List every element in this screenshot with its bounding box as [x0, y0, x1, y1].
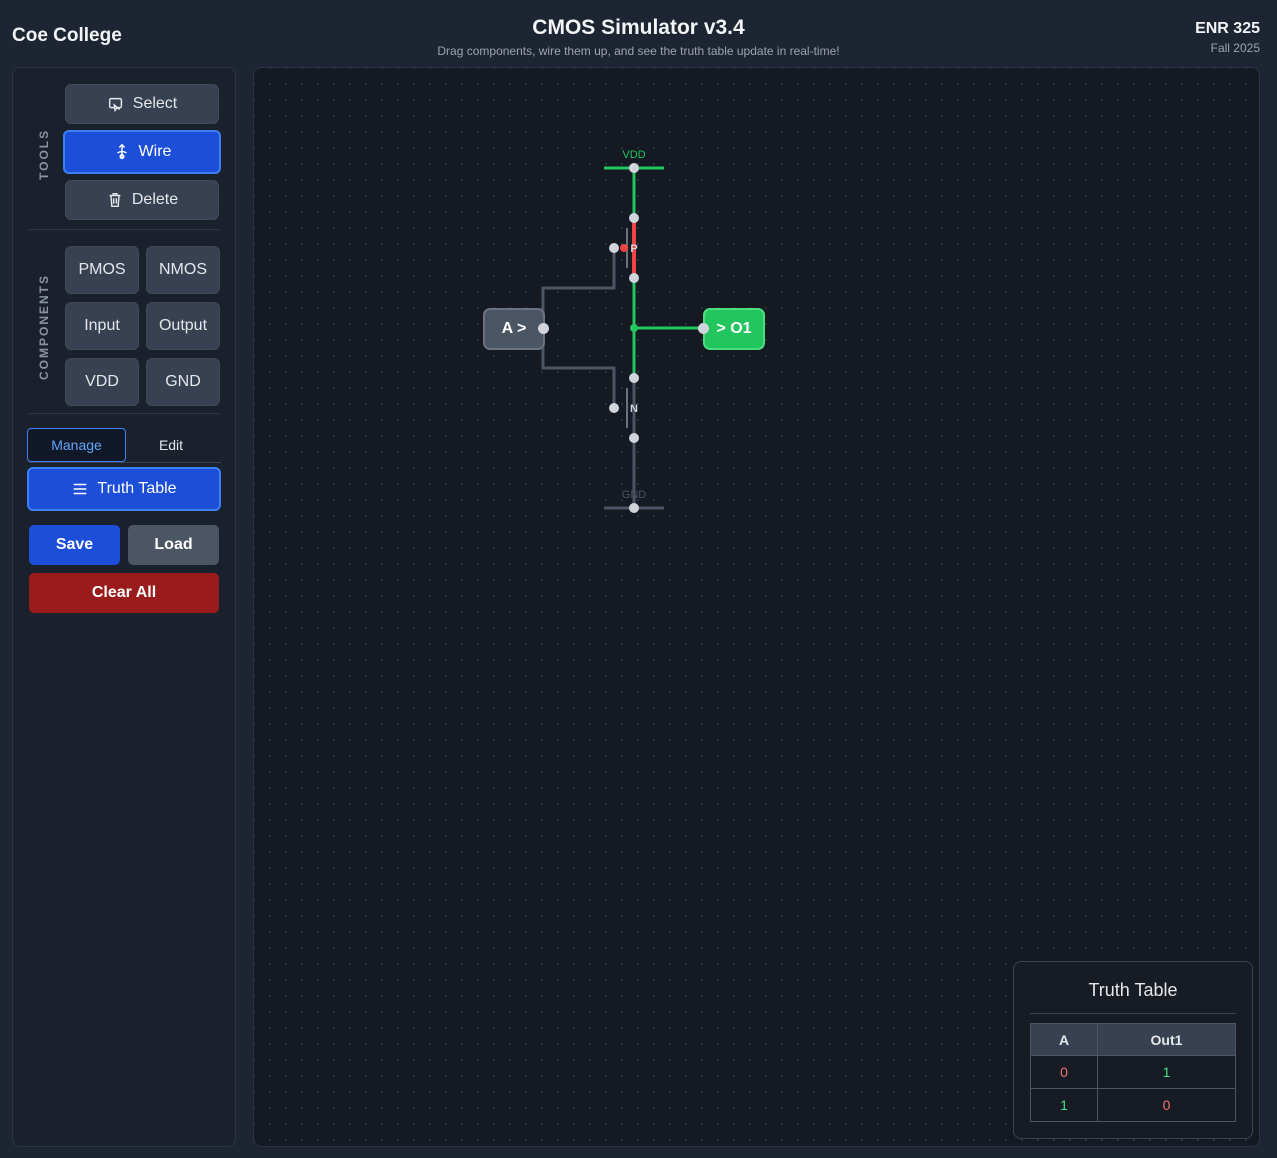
table-cell: 1 — [1097, 1055, 1236, 1089]
menu-icon — [74, 483, 87, 495]
delete-tool-label: Delete — [131, 191, 179, 208]
divider — [1030, 1013, 1236, 1014]
nmos-source-terminal[interactable] — [629, 433, 639, 443]
column-header-a: A — [1030, 1023, 1098, 1056]
pmos-gate-terminal[interactable] — [609, 243, 619, 253]
select-tool-label: Select — [132, 95, 178, 112]
clear-all-button[interactable]: Clear All — [29, 573, 219, 613]
course-info: ENR 325 Fall 2025 — [1195, 20, 1260, 55]
components-section-label: COMPONENTS — [37, 273, 51, 380]
tab-manage[interactable]: Manage — [27, 428, 126, 462]
pmos-bubble — [620, 244, 628, 252]
nmos-component-button[interactable]: NMOS — [146, 246, 220, 294]
table-row: 0 1 — [1030, 1055, 1236, 1089]
load-button[interactable]: Load — [128, 525, 219, 565]
input-node-a[interactable]: A > — [483, 308, 545, 350]
truth-table-panel: Truth Table A Out1 0 1 1 0 — [1013, 961, 1253, 1139]
app-header: Coe College CMOS Simulator v3.4 Drag com… — [0, 0, 1277, 64]
truth-table-title: Truth Table — [1088, 980, 1178, 1000]
table-row: 1 0 — [1030, 1088, 1236, 1122]
input-component-button[interactable]: Input — [65, 302, 139, 350]
table-cell: 0 — [1097, 1088, 1236, 1122]
circuit-canvas[interactable]: VDD P N GND A > > O1 Truth Table A Out1 … — [253, 67, 1260, 1147]
nmos-gate-terminal[interactable] — [609, 403, 619, 413]
nmos-drain-terminal[interactable] — [629, 373, 639, 383]
wire-icon — [116, 143, 127, 160]
trash-icon — [109, 192, 121, 208]
gnd-label: GND — [622, 489, 647, 501]
vdd-component-button[interactable]: VDD — [65, 358, 139, 406]
table-cell: 1 — [1030, 1088, 1098, 1122]
table-header-row: A Out1 — [1030, 1023, 1236, 1056]
table-cell: 0 — [1030, 1055, 1098, 1089]
output-component-button[interactable]: Output — [146, 302, 220, 350]
pmos-component-button[interactable]: PMOS — [65, 246, 139, 294]
truth-table: A Out1 0 1 1 0 — [1030, 1023, 1236, 1122]
pmos-drain-terminal[interactable] — [629, 273, 639, 283]
gnd-terminal[interactable] — [629, 503, 639, 513]
vdd-label: VDD — [622, 149, 645, 161]
save-button[interactable]: Save — [29, 525, 120, 565]
output-terminal[interactable] — [698, 323, 709, 334]
vdd-terminal[interactable] — [629, 163, 639, 173]
truth-table-button[interactable]: Truth Table — [27, 467, 221, 511]
output-node-label: > O1 — [716, 320, 752, 337]
course-code: ENR 325 — [1195, 20, 1260, 37]
output-node-o1[interactable]: > O1 — [703, 308, 765, 350]
output-junction — [630, 324, 638, 332]
app-subtitle: Drag components, wire them up, and see t… — [437, 44, 840, 58]
input-terminal[interactable] — [538, 323, 549, 334]
tools-section-label: TOOLS — [37, 128, 51, 180]
app-title: CMOS Simulator v3.4 — [532, 16, 745, 39]
wire-input-nmos-gate[interactable] — [541, 328, 616, 408]
course-term: Fall 2025 — [1210, 41, 1260, 55]
delete-tool-button[interactable]: Delete — [65, 180, 219, 220]
divider — [29, 413, 219, 414]
pmos-source-terminal[interactable] — [629, 213, 639, 223]
truth-table-button-label: Truth Table — [97, 480, 177, 497]
wire-tool-button[interactable]: Wire — [63, 130, 221, 174]
wire-input-pmos-gate[interactable] — [541, 248, 616, 328]
column-header-out1: Out1 — [1097, 1023, 1236, 1056]
tab-underline — [29, 462, 221, 463]
pmos-label: P — [630, 243, 637, 255]
nmos-label: N — [630, 403, 638, 415]
wire-tool-label: Wire — [138, 143, 172, 160]
gnd-component-button[interactable]: GND — [146, 358, 220, 406]
sidebar: TOOLS Select Wire Delete COMPONENTS PMOS… — [12, 67, 236, 1147]
select-icon — [108, 97, 122, 113]
input-node-label: A > — [501, 320, 527, 337]
tab-edit[interactable]: Edit — [126, 428, 216, 462]
divider — [29, 229, 219, 230]
select-tool-button[interactable]: Select — [65, 84, 219, 124]
